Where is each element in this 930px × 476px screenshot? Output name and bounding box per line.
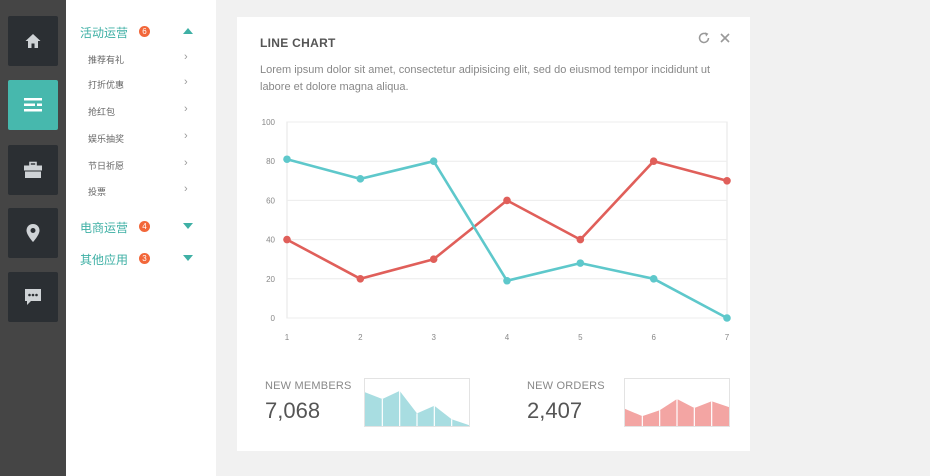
nav-group-other-apps[interactable]: 其他应用 3 — [66, 249, 216, 269]
members-sparkline — [364, 378, 470, 427]
nav-item-vote[interactable]: 投票 › — [66, 182, 216, 202]
list-icon — [24, 98, 42, 112]
x-tick-label: 6 — [651, 333, 656, 342]
count-badge: 4 — [139, 221, 150, 232]
series-1-point — [283, 235, 291, 244]
series-1-point — [723, 177, 731, 185]
nav-group-label: 电商运营 — [80, 221, 129, 235]
count-badge: 3 — [139, 253, 150, 264]
nav-item-lottery[interactable]: 娱乐抽奖 › — [66, 129, 216, 149]
stat-members-label: NEW MEMBERS — [265, 380, 352, 392]
caret-down-icon — [183, 255, 193, 261]
nav-item-label: 推荐有礼 — [88, 55, 125, 65]
count-badge: 6 — [139, 26, 150, 37]
caret-down-icon — [183, 223, 193, 229]
series-1-point — [649, 157, 658, 165]
nav-group-label: 其他应用 — [80, 253, 129, 267]
y-tick-label: 0 — [271, 314, 276, 323]
home-icon — [25, 34, 41, 48]
rail-list-button[interactable] — [8, 80, 58, 130]
stat-members-value: 7,068 — [265, 398, 321, 423]
chevron-right-icon: › — [184, 51, 188, 63]
caret-up-icon — [183, 28, 193, 34]
series-2-point — [723, 314, 731, 322]
x-tick-label: 3 — [431, 333, 436, 342]
series-1-point — [429, 255, 438, 263]
stat-orders-value: 2,407 — [527, 398, 583, 423]
series-line-2 — [286, 157, 728, 320]
map-pin-icon — [26, 224, 40, 242]
line-chart: 0 20 40 60 80 100 1 2 3 4 5 6 7 — [262, 118, 731, 342]
nav-item-label: 娱乐抽奖 — [88, 134, 125, 144]
nav-group-activity[interactable]: 活动运营 6 — [66, 22, 216, 42]
x-tick-label: 4 — [505, 333, 510, 342]
icon-rail — [0, 0, 66, 476]
series-1-point — [356, 275, 365, 283]
chevron-right-icon: › — [184, 183, 188, 195]
x-tick-label: 1 — [285, 333, 290, 342]
nav-item-label: 投票 — [88, 187, 107, 197]
nav-item-label: 节日祈愿 — [88, 161, 125, 171]
orders-sparkline — [624, 378, 730, 427]
rail-location-button[interactable] — [8, 208, 58, 258]
series-2-point — [283, 155, 291, 164]
chat-icon — [25, 289, 41, 305]
x-tick-label: 5 — [578, 333, 583, 342]
chevron-right-icon: › — [184, 103, 188, 115]
nav-item-red-packet[interactable]: 抢红包 › — [66, 102, 216, 122]
y-tick-label: 40 — [266, 236, 275, 245]
series-2-point — [576, 259, 585, 267]
y-tick-label: 80 — [266, 157, 275, 166]
x-tick-label: 2 — [358, 333, 363, 342]
rail-chat-button[interactable] — [8, 272, 58, 322]
nav-group-label: 活动运营 — [80, 26, 129, 40]
plot-frame — [286, 121, 728, 319]
series-2-point — [356, 175, 365, 183]
nav-item-referral[interactable]: 推荐有礼 › — [66, 50, 216, 70]
series-2-point — [649, 275, 658, 283]
nav-item-label: 抢红包 — [88, 107, 116, 117]
y-tick-label: 100 — [262, 118, 276, 127]
rail-briefcase-button[interactable] — [8, 145, 58, 195]
chevron-right-icon: › — [184, 130, 188, 142]
stat-orders-label: NEW ORDERS — [527, 380, 605, 392]
chevron-right-icon: › — [184, 76, 188, 88]
series-2-point — [503, 276, 511, 285]
briefcase-icon — [24, 161, 42, 178]
nav-group-ecommerce[interactable]: 电商运营 4 — [66, 217, 216, 237]
x-tick-label: 7 — [725, 333, 730, 342]
series-line-1 — [286, 159, 728, 281]
nav-item-festival-wish[interactable]: 节日祈愿 › — [66, 156, 216, 176]
series-2-point — [429, 157, 438, 165]
series-1-point — [576, 235, 585, 244]
nav-item-label: 打折优惠 — [88, 80, 125, 90]
rail-home-button[interactable] — [8, 16, 58, 66]
nav-item-discount[interactable]: 打折优惠 › — [66, 75, 216, 95]
sub-navigation: 活动运营 6 推荐有礼 › 打折优惠 › 抢红包 › 娱乐抽奖 › 节日祈愿 ›… — [66, 0, 216, 476]
y-tick-label: 20 — [266, 275, 275, 284]
chevron-right-icon: › — [184, 157, 188, 169]
line-chart-card: LINE CHART Lorem ipsum dolor sit amet, c… — [237, 17, 750, 451]
series-1-point — [503, 196, 511, 205]
y-tick-label: 60 — [266, 196, 275, 205]
